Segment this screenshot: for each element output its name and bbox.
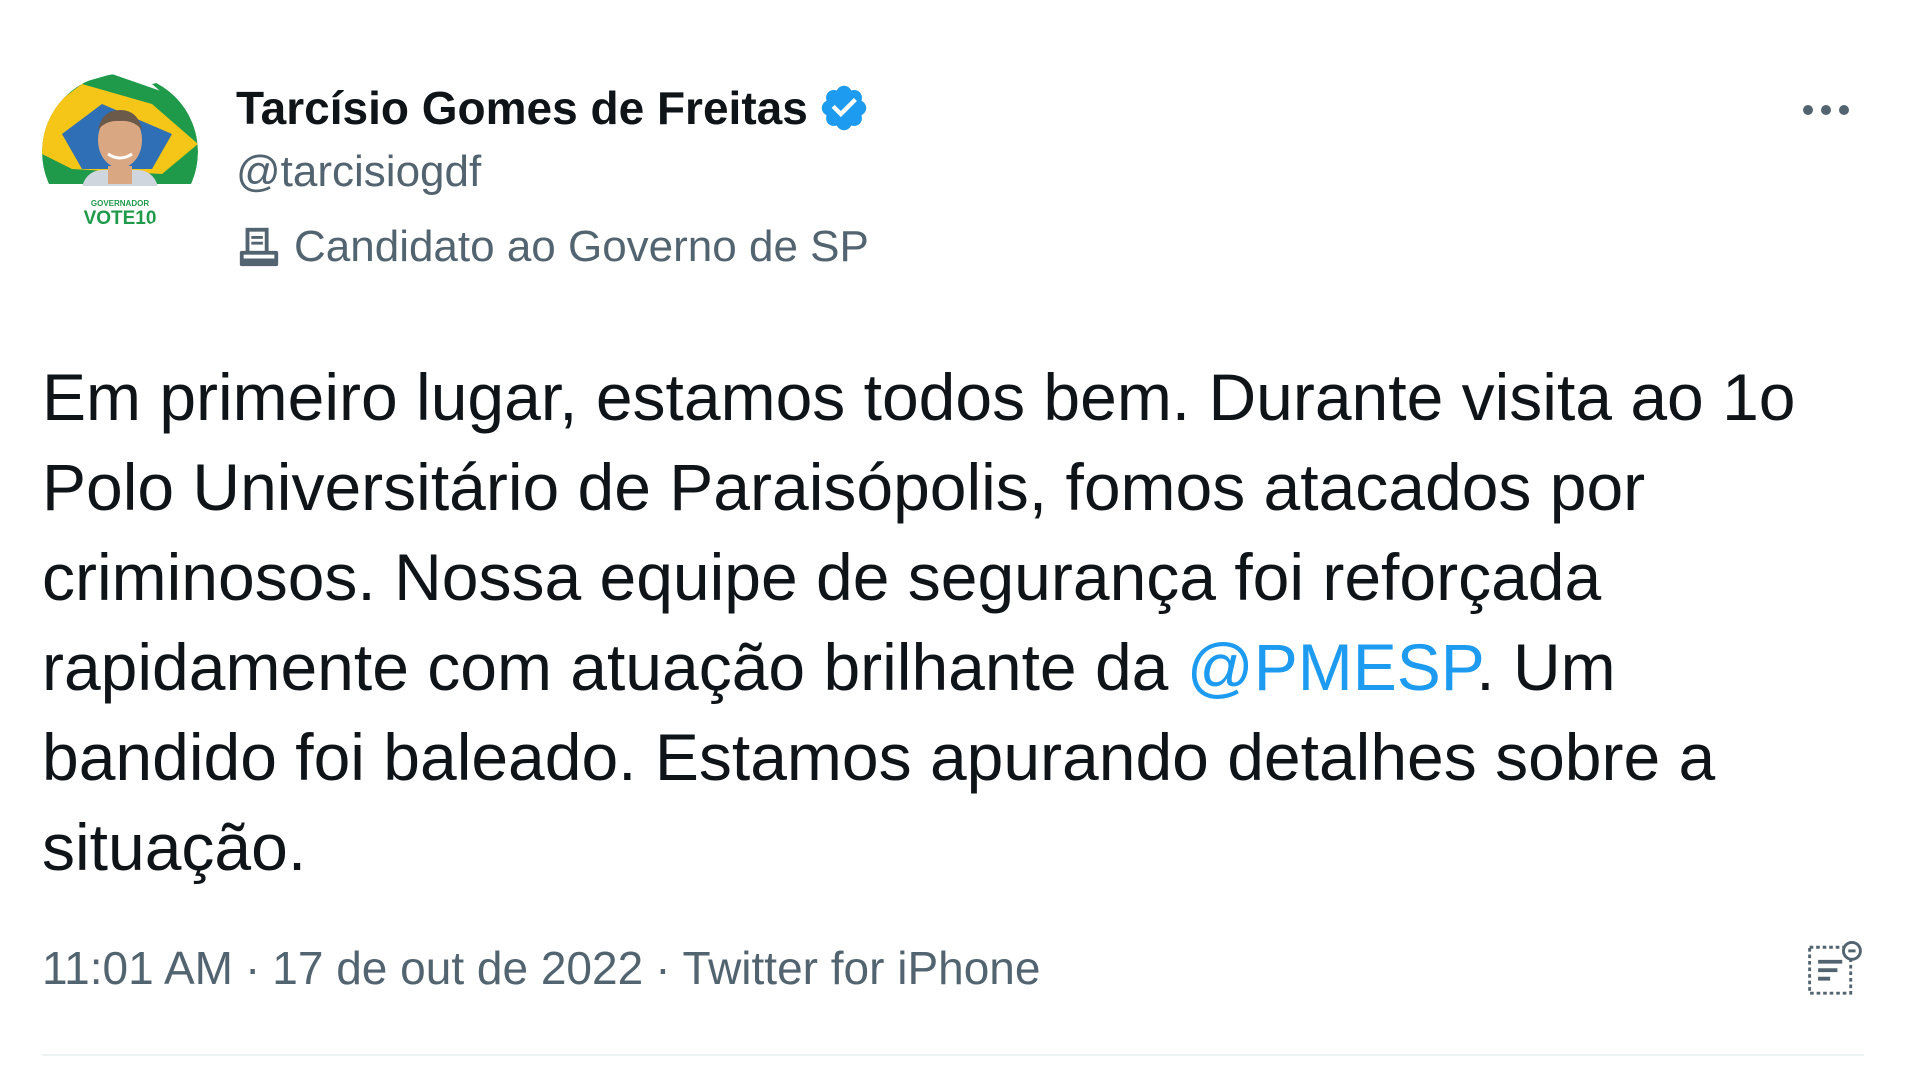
more-dots-icon [1803,105,1849,115]
avatar[interactable]: GOVERNADOR VOTE10 [42,74,198,230]
tweet-meta: 11:01 AM · 17 de out de 2022 · Twitter f… [42,940,1040,996]
meta-separator: · [244,942,261,994]
more-options-button[interactable] [1790,82,1862,138]
ballot-box-icon [239,227,279,267]
tweet-text: Em primeiro lugar, estamos todos bem. Du… [42,352,1862,892]
meta-separator: · [655,942,671,994]
verified-badge-icon [821,85,867,131]
tweet-card: GOVERNADOR VOTE10 Tarcísio Gomes de Frei… [0,0,1920,1080]
author-handle[interactable]: @tarcisiogdf [236,145,481,199]
tweet-date[interactable]: 17 de out de 2022 [272,940,643,996]
divider [42,1054,1864,1056]
tweet-time[interactable]: 11:01 AM [42,940,233,996]
avatar-image: GOVERNADOR VOTE10 [42,74,198,230]
author-label-text: Candidato ao Governo de SP [294,222,869,271]
author-display-name: Tarcísio Gomes de Freitas [236,82,808,134]
author-label: Candidato ao Governo de SP [236,220,869,274]
author-name-link[interactable]: Tarcísio Gomes de Freitas [236,80,870,136]
mention-link-pmesp[interactable]: @PMESP [1187,630,1477,704]
analytics-icon[interactable] [1806,940,1864,998]
svg-text:VOTE10: VOTE10 [84,208,157,229]
svg-text:GOVERNADOR: GOVERNADOR [91,199,149,208]
tweet-source[interactable]: Twitter for iPhone [683,940,1041,996]
